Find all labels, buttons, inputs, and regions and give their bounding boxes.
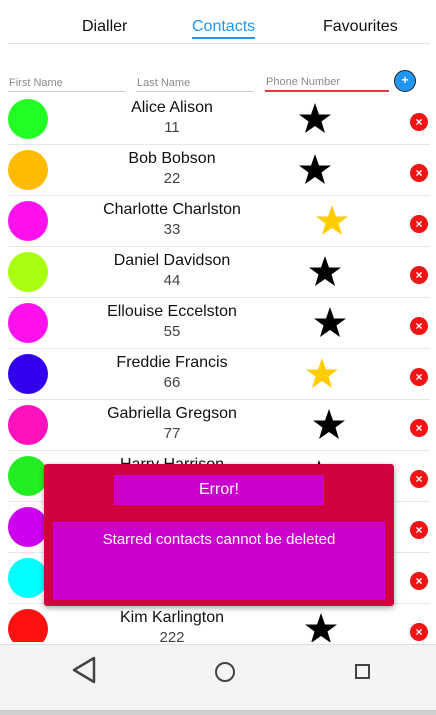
contact-row[interactable]: Ellouise Eccelston 55 ×: [8, 298, 430, 349]
contact-row[interactable]: Alice Alison 11 ×: [8, 94, 430, 145]
avatar: [8, 609, 48, 642]
contact-name: Kim Karlington: [119, 609, 225, 626]
contact-number: 55: [163, 323, 181, 340]
bottom-edge: [0, 710, 436, 715]
star-icon[interactable]: [308, 254, 342, 288]
avatar: [8, 558, 48, 598]
contact-number: 22: [163, 170, 181, 187]
last-name-input[interactable]: [136, 74, 254, 92]
contact-name: Alice Alison: [131, 99, 213, 116]
star-icon[interactable]: [305, 356, 339, 390]
tab-contacts[interactable]: Contacts: [192, 18, 256, 39]
add-contact-button[interactable]: +: [394, 70, 416, 92]
contact-number: 222: [159, 629, 185, 642]
contact-row[interactable]: Daniel Davidson 44 ×: [8, 247, 430, 298]
contact-number: 33: [163, 221, 181, 238]
delete-contact-button[interactable]: ×: [410, 266, 428, 284]
avatar: [8, 456, 48, 496]
contact-number: 66: [163, 374, 181, 391]
delete-contact-button[interactable]: ×: [410, 623, 428, 641]
star-icon[interactable]: [312, 407, 346, 441]
avatar: [8, 99, 48, 139]
delete-contact-button[interactable]: ×: [410, 113, 428, 131]
contact-name: Bob Bobson: [128, 150, 216, 167]
square-recent-icon[interactable]: [355, 664, 370, 679]
contact-number: 11: [164, 119, 180, 136]
tab-favourites[interactable]: Favourites: [323, 18, 398, 36]
dialog-title: Error!: [114, 475, 324, 505]
delete-contact-button[interactable]: ×: [410, 368, 428, 386]
avatar: [8, 303, 48, 343]
star-icon[interactable]: [298, 101, 332, 135]
error-dialog: Error! Starred contacts cannot be delete…: [44, 464, 394, 606]
system-nav-bar: [0, 644, 436, 710]
dialog-message[interactable]: Starred contacts cannot be deleted: [53, 522, 385, 600]
new-contact-form: +: [8, 70, 430, 94]
delete-contact-button[interactable]: ×: [410, 572, 428, 590]
contact-name: Charlotte Charlston: [103, 201, 241, 218]
avatar: [8, 201, 48, 241]
contact-row[interactable]: Kim Karlington 222 ×: [8, 604, 430, 642]
delete-contact-button[interactable]: ×: [410, 521, 428, 539]
star-icon[interactable]: [298, 152, 332, 186]
avatar: [8, 405, 48, 445]
delete-contact-button[interactable]: ×: [410, 470, 428, 488]
contact-row[interactable]: Charlotte Charlston 33 ×: [8, 196, 430, 247]
avatar: [8, 354, 48, 394]
contact-row[interactable]: Bob Bobson 22 ×: [8, 145, 430, 196]
circle-home-icon[interactable]: [215, 662, 235, 682]
star-icon[interactable]: [304, 611, 338, 642]
star-icon[interactable]: [313, 305, 347, 339]
contact-number: 44: [163, 272, 181, 289]
contact-row[interactable]: Gabriella Gregson 77 ×: [8, 400, 430, 451]
delete-contact-button[interactable]: ×: [410, 317, 428, 335]
triangle-back-icon[interactable]: [70, 655, 98, 685]
avatar: [8, 507, 48, 547]
contact-name: Freddie Francis: [116, 354, 228, 371]
first-name-input[interactable]: [8, 74, 126, 92]
star-icon[interactable]: [315, 203, 349, 237]
delete-contact-button[interactable]: ×: [410, 164, 428, 182]
contact-row[interactable]: Freddie Francis 66 ×: [8, 349, 430, 400]
contact-name: Daniel Davidson: [113, 252, 231, 269]
delete-contact-button[interactable]: ×: [410, 419, 428, 437]
avatar: [8, 252, 48, 292]
contact-name: Ellouise Eccelston: [107, 303, 237, 320]
avatar: [8, 150, 48, 190]
contact-number: 77: [163, 425, 181, 442]
delete-contact-button[interactable]: ×: [410, 215, 428, 233]
tab-dialler[interactable]: Dialler: [82, 18, 127, 36]
phone-number-input[interactable]: [265, 74, 389, 92]
tab-bar: Dialler Contacts Favourites: [8, 0, 430, 44]
contact-name: Gabriella Gregson: [107, 405, 237, 422]
